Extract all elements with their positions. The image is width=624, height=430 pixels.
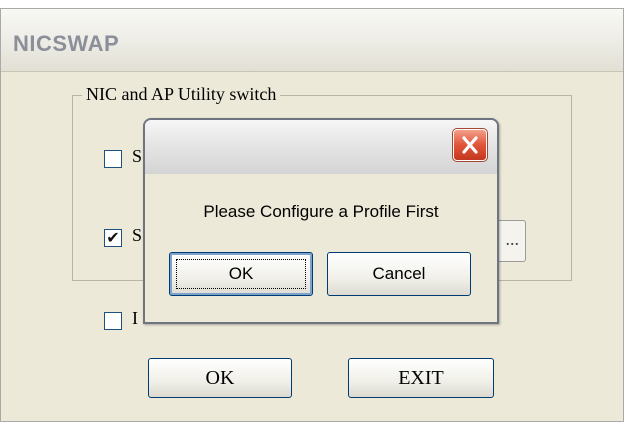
focus-ring	[176, 259, 306, 289]
main-titlebar[interactable]: NICSWAP	[1, 9, 623, 72]
dialog-cancel-label: Cancel	[372, 264, 426, 283]
ap-switch-checkbox[interactable]: ✔	[104, 229, 122, 247]
window-title: NICSWAP	[13, 31, 120, 56]
browse-button-label: ...	[505, 229, 520, 249]
dialog-cancel-button[interactable]: Cancel	[327, 252, 471, 296]
nic-switch-checkbox[interactable]	[104, 150, 122, 168]
ok-button[interactable]: OK	[148, 358, 292, 398]
close-icon	[462, 136, 478, 154]
bottom-option-checkbox[interactable]	[104, 312, 122, 330]
exit-button-label: EXIT	[398, 367, 444, 389]
dialog-titlebar[interactable]	[145, 120, 497, 174]
ok-button-label: OK	[205, 367, 235, 389]
group-legend: NIC and AP Utility switch	[82, 84, 281, 105]
check-mark-icon: ✔	[106, 228, 120, 247]
dialog-ok-button[interactable]: OK	[169, 252, 313, 296]
dialog-message: Please Configure a Profile First	[203, 202, 439, 221]
message-dialog: Please Configure a Profile First OK Canc…	[143, 118, 499, 324]
dialog-close-button[interactable]	[452, 128, 488, 162]
exit-button[interactable]: EXIT	[348, 358, 494, 398]
